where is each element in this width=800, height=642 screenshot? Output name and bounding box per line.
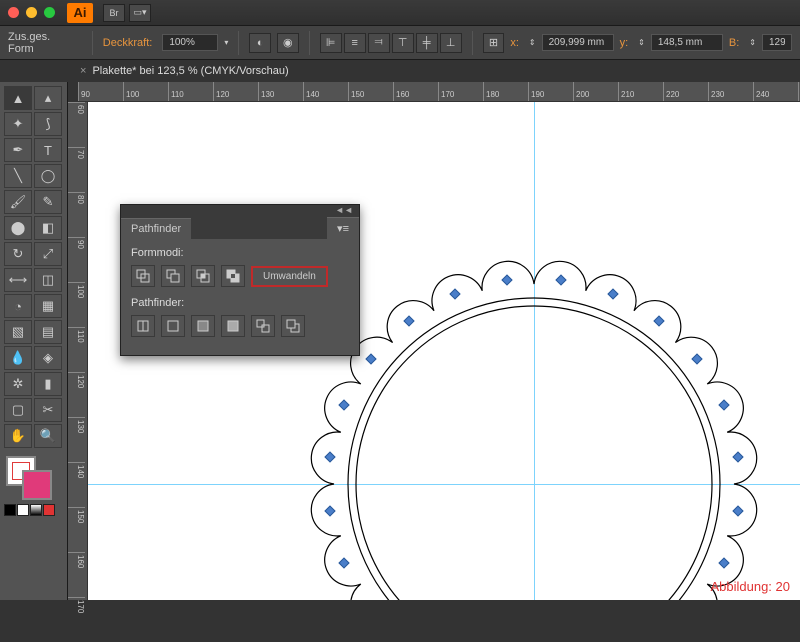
divide-button[interactable] — [131, 315, 155, 337]
opacity-input[interactable] — [162, 34, 218, 51]
type-tool[interactable]: T — [34, 138, 62, 162]
outline-button[interactable] — [251, 315, 275, 337]
eraser-tool[interactable]: ◧ — [34, 216, 62, 240]
bridge-button[interactable]: Br — [103, 4, 125, 22]
y-label: y: — [620, 37, 629, 49]
stroke-swatch[interactable] — [22, 470, 52, 500]
blob-brush-tool[interactable]: ⬤ — [4, 216, 32, 240]
rotate-tool[interactable]: ↻ — [4, 242, 32, 266]
document-tab-title[interactable]: Plakette* bei 123,5 % (CMYK/Vorschau) — [92, 65, 288, 77]
artwork-badge[interactable] — [309, 259, 759, 600]
perspective-tool[interactable]: ▦ — [34, 294, 62, 318]
align-vcenter-icon[interactable]: ╪ — [416, 33, 438, 53]
shape-builder-tool[interactable]: ◔ — [4, 294, 32, 318]
selection-type-label: Zus.ges. Form — [8, 31, 78, 55]
symbol-sprayer-tool[interactable]: ✲ — [4, 372, 32, 396]
x-label: x: — [510, 37, 519, 49]
app-logo-ai: Ai — [67, 3, 93, 23]
magic-wand-tool[interactable]: ✦ — [4, 112, 32, 136]
tab-close-button[interactable]: × — [80, 65, 86, 77]
minus-back-button[interactable] — [281, 315, 305, 337]
recolor-icon[interactable]: ◉ — [277, 33, 299, 53]
shape-modes-label: Formmodi: — [131, 247, 349, 259]
pathfinder-ops-label: Pathfinder: — [131, 297, 349, 309]
pen-tool[interactable]: ✒ — [4, 138, 32, 162]
panel-tab-pathfinder[interactable]: Pathfinder — [121, 218, 191, 239]
lasso-tool[interactable]: ⟆ — [34, 112, 62, 136]
align-bottom-icon[interactable]: ⊥ — [440, 33, 462, 53]
direct-selection-tool[interactable]: ▴ — [34, 86, 62, 110]
arrange-button[interactable]: ▭▾ — [129, 4, 151, 22]
merge-button[interactable] — [191, 315, 215, 337]
close-window[interactable] — [8, 7, 19, 18]
b-input[interactable] — [762, 34, 792, 51]
workspace: ▲▴ ✦⟆ ✒T ╲◯ 🖌✎ ⬤◧ ↻⤢ ⟷◫ ◔▦ ▧▤ 💧◈ ✲▮ ▢✂ ✋… — [0, 82, 800, 600]
figure-caption: Abbildung: 20 — [710, 579, 790, 594]
control-bar: Zus.ges. Form Deckkraft: ▾ ◐ ◉ ⊫ ≡ ⫤ ⊤ ╪… — [0, 26, 800, 60]
mesh-tool[interactable]: ▧ — [4, 320, 32, 344]
crop-button[interactable] — [221, 315, 245, 337]
zoom-tool[interactable]: 🔍 — [34, 424, 62, 448]
panel-collapse[interactable]: ◄◄ — [121, 205, 359, 217]
trim-button[interactable] — [161, 315, 185, 337]
ruler-vertical[interactable]: 60708090100110120130140150160170 — [68, 102, 88, 600]
unite-button[interactable] — [131, 265, 155, 287]
intersect-button[interactable] — [191, 265, 215, 287]
ruler-horizontal[interactable]: 9010011012013014015016017018019020021022… — [78, 82, 800, 102]
width-tool[interactable]: ⟷ — [4, 268, 32, 292]
transform-icon[interactable]: ⊞ — [483, 33, 505, 53]
align-right-icon[interactable]: ⫤ — [368, 33, 390, 53]
y-input[interactable] — [651, 34, 723, 51]
zoom-window[interactable] — [44, 7, 55, 18]
align-top-icon[interactable]: ⊤ — [392, 33, 414, 53]
color-mode-switches[interactable] — [4, 504, 63, 516]
minimize-window[interactable] — [26, 7, 37, 18]
macos-titlebar: Ai Br ▭▾ — [0, 0, 800, 26]
free-transform-tool[interactable]: ◫ — [34, 268, 62, 292]
b-label: B: — [729, 37, 739, 49]
window-controls — [8, 7, 55, 18]
color-swatches[interactable] — [4, 456, 63, 500]
graph-tool[interactable]: ▮ — [34, 372, 62, 396]
minus-front-button[interactable] — [161, 265, 185, 287]
exclude-button[interactable] — [221, 265, 245, 287]
expand-button[interactable]: Umwandeln — [251, 266, 328, 287]
pencil-tool[interactable]: ✎ — [34, 190, 62, 214]
line-tool[interactable]: ╲ — [4, 164, 32, 188]
blend-tool[interactable]: ◈ — [34, 346, 62, 370]
style-icon[interactable]: ◐ — [249, 33, 271, 53]
gradient-tool[interactable]: ▤ — [34, 320, 62, 344]
artboard-tool[interactable]: ▢ — [4, 398, 32, 422]
panel-menu-icon[interactable]: ▾≡ — [327, 217, 359, 239]
brush-tool[interactable]: 🖌 — [4, 190, 32, 214]
toolbox: ▲▴ ✦⟆ ✒T ╲◯ 🖌✎ ⬤◧ ↻⤢ ⟷◫ ◔▦ ▧▤ 💧◈ ✲▮ ▢✂ ✋… — [0, 82, 68, 600]
x-input[interactable] — [542, 34, 614, 51]
slice-tool[interactable]: ✂ — [34, 398, 62, 422]
align-group: ⊫ ≡ ⫤ ⊤ ╪ ⊥ — [320, 33, 462, 53]
align-left-icon[interactable]: ⊫ — [320, 33, 342, 53]
reflect-tool[interactable]: ⤢ — [34, 242, 62, 266]
align-hcenter-icon[interactable]: ≡ — [344, 33, 366, 53]
eyedropper-tool[interactable]: 💧 — [4, 346, 32, 370]
selection-tool[interactable]: ▲ — [4, 86, 32, 110]
opacity-label: Deckkraft: — [103, 37, 153, 49]
hand-tool[interactable]: ✋ — [4, 424, 32, 448]
pathfinder-panel[interactable]: ◄◄ Pathfinder ▾≡ Formmodi: Umwandeln Pat… — [120, 204, 360, 356]
ellipse-tool[interactable]: ◯ — [34, 164, 62, 188]
document-tabbar: × Plakette* bei 123,5 % (CMYK/Vorschau) — [0, 60, 800, 82]
